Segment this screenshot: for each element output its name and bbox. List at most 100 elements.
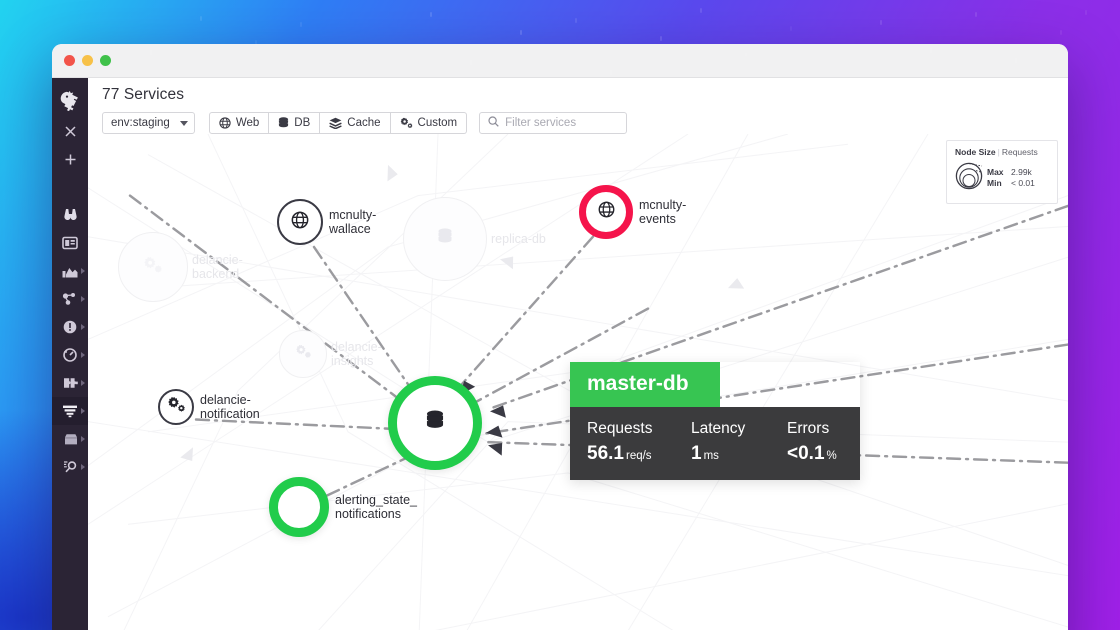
- background-speck: [345, 55, 347, 60]
- service-node-delancie-notification[interactable]: delancie- notification: [158, 389, 194, 425]
- chevron-right-icon: [81, 380, 85, 386]
- sidebar-item-add[interactable]: [52, 145, 88, 173]
- tooltip-stats: Requests 56.1 req/s Latency 1 ms Errors <0…: [570, 407, 860, 480]
- chevron-right-icon: [81, 296, 85, 302]
- node-size-scale-icon: [955, 160, 985, 195]
- service-map-canvas[interactable]: delancie- backend replica-db delancie- i…: [88, 134, 1068, 630]
- background-speck: [610, 70, 612, 75]
- service-node-master-db[interactable]: [388, 376, 482, 470]
- sidebar-item-apm[interactable]: [52, 341, 88, 369]
- ghost-node-label: delancie- insights: [331, 340, 382, 368]
- service-type-filter-group: Web DB Cache Custom: [209, 112, 467, 134]
- filter-button-web[interactable]: Web: [209, 112, 269, 134]
- page-header: 77 Services env:staging Web DB Cache Cus…: [88, 78, 1068, 134]
- sidebar-item-help[interactable]: [52, 626, 88, 630]
- filter-label-cache: Cache: [347, 117, 380, 129]
- background-speck: [520, 30, 522, 35]
- tooltip-stat-value: 1: [691, 443, 702, 464]
- background-speck: [200, 16, 202, 21]
- env-select-value: env:staging: [111, 117, 170, 129]
- tooltip-stat-value: 56.1: [587, 443, 624, 464]
- sidebar-item-network[interactable]: [52, 285, 88, 313]
- chevron-right-icon: [81, 436, 85, 442]
- filter-button-cache[interactable]: Cache: [320, 112, 390, 134]
- window-titlebar: [52, 44, 1068, 78]
- sidebar-item-infrastructure[interactable]: [52, 257, 88, 285]
- database-icon: [425, 410, 445, 436]
- legend-row-key: Min: [987, 178, 1011, 189]
- tooltip-stat-label: Errors: [787, 420, 837, 438]
- ghost-node-label: delancie- backend: [192, 253, 243, 281]
- legend-title-text: Node Size: [955, 147, 996, 157]
- background-speck: [1085, 10, 1087, 15]
- ghost-node-replica-db[interactable]: replica-db: [403, 197, 487, 281]
- filter-button-db[interactable]: DB: [269, 112, 320, 134]
- desktop-background: 77 Services env:staging Web DB Cache Cus…: [0, 0, 1120, 630]
- sidebar-item-close[interactable]: [52, 117, 88, 145]
- globe-icon: [598, 201, 615, 223]
- background-speck: [470, 60, 472, 65]
- tooltip-stat-label: Requests: [587, 420, 691, 438]
- gears-icon: [400, 117, 413, 129]
- globe-icon: [219, 117, 231, 129]
- window-minimize-button[interactable]: [82, 55, 93, 66]
- service-node-alerting-state-notifications[interactable]: alerting_state_ notifications: [269, 477, 329, 537]
- legend-title: Node Size | Requests: [955, 147, 1049, 157]
- database-icon: [278, 117, 289, 129]
- node-size-legend: Node Size | Requests Max 2.99k Min < 0.0…: [946, 140, 1058, 204]
- sidebar-item-synthetics[interactable]: [52, 453, 88, 481]
- legend-row-max: Max 2.99k: [987, 167, 1035, 178]
- service-map-toolbar: env:staging Web DB Cache Custom Filter s…: [102, 112, 1054, 134]
- background-speck: [660, 36, 662, 41]
- filter-label-db: DB: [294, 117, 310, 129]
- legend-row-value: 2.99k: [1011, 167, 1032, 178]
- background-speck: [575, 18, 577, 23]
- service-node-mcnulty-wallace[interactable]: mcnulty- wallace: [277, 199, 323, 245]
- tooltip-stat-unit: req/s: [626, 450, 652, 462]
- sidebar-item-monitors[interactable]: [52, 313, 88, 341]
- legend-separator: |: [998, 147, 1000, 157]
- sidebar-item-watchdog[interactable]: [52, 201, 88, 229]
- sidebar-item-dashboards[interactable]: [52, 229, 88, 257]
- tooltip-stat-unit: ms: [704, 450, 719, 462]
- sidebar-item-notebooks[interactable]: [52, 425, 88, 453]
- primary-sidebar: [52, 78, 88, 630]
- filter-label-custom: Custom: [418, 117, 458, 129]
- env-select[interactable]: env:staging: [102, 112, 195, 134]
- legend-metric: Requests: [1002, 147, 1038, 157]
- background-speck: [1015, 58, 1017, 63]
- gears-icon: [143, 256, 163, 279]
- chevron-right-icon: [81, 324, 85, 330]
- filter-label-web: Web: [236, 117, 259, 129]
- filter-services-search[interactable]: [479, 112, 627, 134]
- background-speck: [975, 12, 977, 17]
- ghost-node-delancie-insights[interactable]: delancie- insights: [279, 330, 327, 378]
- background-speck: [840, 64, 842, 69]
- ghost-node-delancie-backend[interactable]: delancie- backend: [118, 232, 188, 302]
- filter-button-custom[interactable]: Custom: [391, 112, 468, 134]
- ghost-node-label: replica-db: [491, 232, 546, 246]
- search-input[interactable]: [505, 117, 618, 129]
- background-speck: [300, 22, 302, 27]
- background-speck: [430, 12, 432, 17]
- window-close-button[interactable]: [64, 55, 75, 66]
- window-zoom-button[interactable]: [100, 55, 111, 66]
- layers-icon: [329, 117, 342, 129]
- sidebar-item-integrations[interactable]: [52, 369, 88, 397]
- legend-row-value: < 0.01: [1011, 178, 1035, 189]
- service-node-mcnulty-events[interactable]: mcnulty- events: [579, 185, 633, 239]
- background-speck: [1060, 30, 1062, 35]
- main-content: 77 Services env:staging Web DB Cache Cus…: [88, 78, 1068, 630]
- app-window: 77 Services env:staging Web DB Cache Cus…: [52, 44, 1068, 630]
- search-icon: [488, 114, 499, 132]
- background-speck: [1000, 90, 1002, 95]
- tooltip-stat-errors: Errors <0.1%: [787, 420, 837, 465]
- sidebar-item-logs[interactable]: [52, 397, 88, 425]
- legend-row-key: Max: [987, 167, 1011, 178]
- page-title: 77 Services: [102, 86, 1054, 104]
- datadog-logo-icon[interactable]: [52, 83, 88, 117]
- background-speck: [790, 26, 792, 31]
- background-speck: [700, 8, 702, 13]
- database-icon: [437, 228, 453, 250]
- chevron-down-icon: [180, 121, 188, 126]
